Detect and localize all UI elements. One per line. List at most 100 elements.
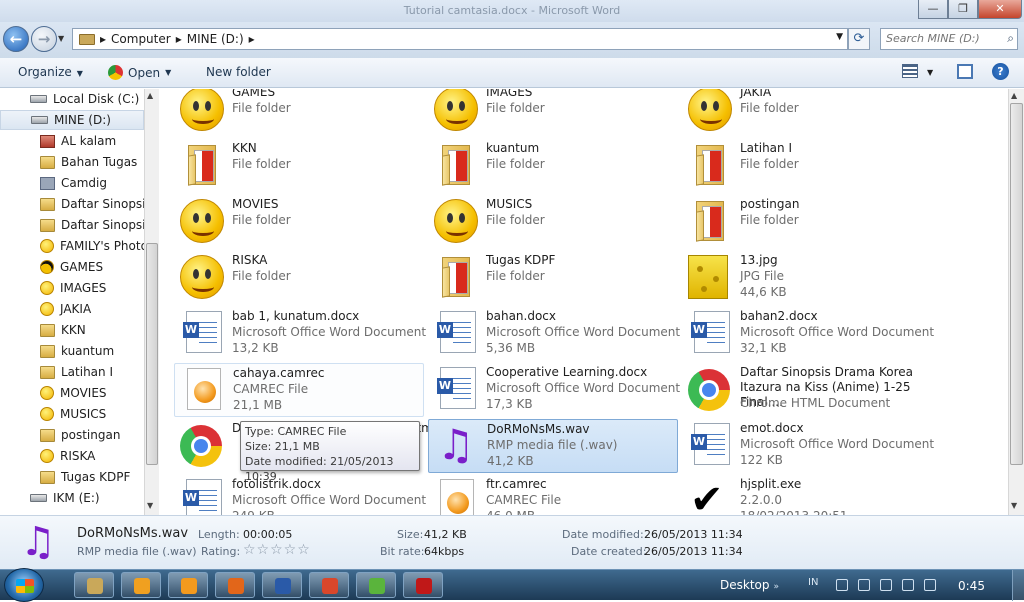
nav-item[interactable]: JAKIA	[0, 299, 144, 319]
forward-button[interactable]: →	[31, 26, 57, 52]
nav-item[interactable]: MINE (D:)	[0, 110, 144, 130]
nav-item-label: JAKIA	[60, 302, 92, 316]
scroll-down-icon[interactable]: ▼	[147, 501, 153, 510]
file-item[interactable]: Wbab 1, kunatum.docx Microsoft Office Wor…	[174, 307, 426, 361]
nav-item[interactable]: Daftar Sinopsis	[0, 215, 144, 235]
nav-scrollbar[interactable]: ▲ ▼	[144, 89, 159, 515]
nav-item[interactable]: IMAGES	[0, 278, 144, 298]
nav-item[interactable]: Daftar Sinopsis	[0, 194, 144, 214]
scroll-up-icon[interactable]: ▲	[1011, 91, 1017, 100]
address-bar[interactable]: ▸ Computer ▸ MINE (D:) ▸ ▼	[72, 28, 848, 50]
nav-item[interactable]: RISKA	[0, 446, 144, 466]
taskbar-button[interactable]	[121, 572, 161, 598]
taskbar-button[interactable]	[168, 572, 208, 598]
nav-item[interactable]: IKM (E:)	[0, 488, 144, 508]
file-item[interactable]: KKN File folder	[174, 139, 424, 193]
nav-item[interactable]: Bahan Tugas	[0, 152, 144, 172]
file-item[interactable]: MUSICS File folder	[428, 195, 678, 249]
nav-item[interactable]: kuantum	[0, 341, 144, 361]
new-folder-button[interactable]: New folder	[206, 65, 271, 79]
nav-item[interactable]: postingan	[0, 425, 144, 445]
breadcrumb-mine-d[interactable]: MINE (D:)	[187, 32, 244, 46]
taskbar-button[interactable]	[403, 572, 443, 598]
nav-item[interactable]: KKN	[0, 320, 144, 340]
content-scrollbar[interactable]: ▲ ▼	[1008, 89, 1024, 515]
scroll-up-icon[interactable]: ▲	[147, 91, 153, 100]
scroll-down-icon[interactable]: ▼	[1011, 501, 1017, 510]
file-type: File folder	[232, 157, 291, 171]
nav-item[interactable]: GAMES	[0, 257, 144, 277]
nav-item[interactable]: MUSICS	[0, 404, 144, 424]
open-button[interactable]: Open ▼	[108, 65, 171, 80]
file-item[interactable]: ✔hjsplit.exe2.2.0.018/02/2013 20:51	[682, 475, 932, 515]
nav-item[interactable]: Local Disk (C:)	[0, 89, 144, 109]
minimize-button[interactable]: —	[918, 0, 948, 19]
preview-pane-icon[interactable]	[957, 64, 973, 79]
breadcrumb-computer[interactable]: Computer	[111, 32, 171, 46]
file-name: 13.jpg	[740, 253, 778, 267]
close-button[interactable]: ✕	[978, 0, 1022, 19]
breadcrumb-sep-icon[interactable]: ▸	[249, 32, 255, 46]
search-input[interactable]	[886, 32, 996, 45]
file-item[interactable]: cahaya.camrec CAMREC File 21,1 MB	[174, 363, 424, 417]
file-item[interactable]: ftr.camrecCAMREC File46,0 MB	[428, 475, 678, 515]
address-dropdown-icon[interactable]: ▼	[836, 32, 843, 42]
breadcrumb-sep-icon[interactable]: ▸	[176, 32, 182, 46]
taskbar-button[interactable]	[215, 572, 255, 598]
taskbar-button[interactable]	[356, 572, 396, 598]
smiley-icon	[40, 386, 54, 400]
volume-icon[interactable]	[924, 579, 936, 591]
file-item[interactable]: RISKA File folder	[174, 251, 424, 305]
file-item[interactable]: Wbahan2.docx Microsoft Office Word Docume…	[682, 307, 934, 361]
file-item[interactable]: GAMES File folder	[174, 89, 424, 137]
organize-button[interactable]: Organize ▼	[18, 65, 83, 79]
nav-item[interactable]: Tugas KDPF	[0, 467, 144, 487]
back-button[interactable]: ←	[3, 26, 29, 52]
clock[interactable]: 0:45	[958, 579, 985, 593]
nav-item[interactable]: FAMILY's Photo	[0, 236, 144, 256]
view-dropdown-icon[interactable]: ▼	[927, 68, 933, 77]
view-options-icon[interactable]	[902, 64, 918, 78]
file-item[interactable]: Wbahan.docx Microsoft Office Word Documen…	[428, 307, 680, 361]
content-scroll-thumb[interactable]	[1010, 103, 1023, 465]
desktop-toolbar[interactable]: Desktop»	[720, 578, 779, 592]
file-item[interactable]: postingan File folder	[682, 195, 932, 249]
taskbar-button[interactable]	[262, 572, 302, 598]
maximize-button[interactable]: ❐	[948, 0, 978, 19]
search-box[interactable]: ⌕	[880, 28, 1018, 50]
search-icon[interactable]: ⌕	[1007, 31, 1014, 46]
nav-item[interactable]: Latihan I	[0, 362, 144, 382]
file-item[interactable]: Wemot.docx Microsoft Office Word Document…	[682, 419, 934, 473]
start-button[interactable]	[4, 568, 44, 602]
nav-item[interactable]: Camdig	[0, 173, 144, 193]
nav-item[interactable]: MOVIES	[0, 383, 144, 403]
camrec-icon	[440, 479, 474, 515]
language-indicator[interactable]: IN	[808, 577, 818, 588]
refresh-button[interactable]: ⟳	[848, 28, 870, 50]
show-desktop-button[interactable]	[1012, 570, 1024, 601]
file-item[interactable]: ♫ DoRMoNsMs.wav RMP media file (.wav) 41,2 …	[428, 419, 678, 473]
file-item[interactable]: W Cooperative Learning.docx Microsoft Offi…	[428, 363, 680, 417]
network-icon[interactable]	[858, 579, 870, 591]
flag-icon[interactable]	[880, 579, 892, 591]
file-item[interactable]: Tugas KDPF File folder	[428, 251, 678, 305]
file-item[interactable]: Daftar Sinopsis Drama Korea Itazura na K…	[682, 363, 932, 417]
power-icon[interactable]	[902, 579, 914, 591]
rating-stars[interactable]: ☆☆☆☆☆	[243, 542, 311, 558]
taskbar-button[interactable]	[309, 572, 349, 598]
nav-item[interactable]: AL kalam	[0, 131, 144, 151]
chrome-icon	[688, 369, 730, 411]
help-icon[interactable]: ?	[992, 63, 1009, 80]
open-label: Open	[128, 65, 161, 80]
file-item[interactable]: JAKIA File folder	[682, 89, 932, 137]
file-item[interactable]: MOVIES File folder	[174, 195, 424, 249]
nav-scroll-thumb[interactable]	[146, 243, 158, 465]
smiley-icon	[40, 239, 54, 253]
file-item[interactable]: Latihan I File folder	[682, 139, 932, 193]
file-item[interactable]: 13.jpg JPG File 44,6 KB	[682, 251, 932, 305]
tray-arrow-icon[interactable]	[836, 579, 848, 591]
file-item[interactable]: IMAGES File folder	[428, 89, 678, 137]
file-item[interactable]: kuantum File folder	[428, 139, 678, 193]
taskbar-button[interactable]	[74, 572, 114, 598]
history-dropdown-icon[interactable]: ▼	[58, 34, 64, 43]
